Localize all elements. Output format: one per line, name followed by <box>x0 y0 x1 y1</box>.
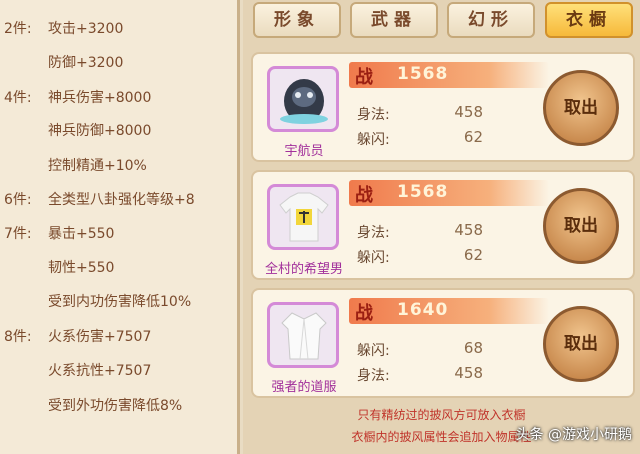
tab-transform[interactable]: 幻形 <box>447 2 535 38</box>
tab-appearance[interactable]: 形象 <box>253 2 341 38</box>
stat-name: 躲闪: <box>357 343 390 359</box>
stat-value: 62 <box>463 246 483 264</box>
stat-name: 躲闪: <box>357 132 390 148</box>
tab-weapon[interactable]: 武器 <box>350 2 438 38</box>
power-value: 1640 <box>397 300 449 320</box>
footer-note-line1: 只有精纺过的披风方可放入衣橱 <box>357 408 526 422</box>
set-bonus-text: 受到外功伤害降低8% <box>48 398 183 414</box>
item-portrait[interactable] <box>267 184 339 250</box>
take-out-button[interactable]: 取出 <box>543 70 619 146</box>
set-bonus-tier: 2件: <box>4 21 32 37</box>
set-bonus-text: 攻击+3200 <box>48 21 124 37</box>
dojo-robe-icon <box>281 312 327 360</box>
power-label: 战 <box>355 67 373 88</box>
set-bonus-text: 暴击+550 <box>48 226 115 242</box>
wardrobe-item-card: 强者的道服 战 1640 躲闪: 68 身法: 458 取出 <box>251 288 635 398</box>
set-bonus-text: 韧性+550 <box>48 260 115 276</box>
set-bonus-text: 神兵防御+8000 <box>48 123 152 139</box>
item-name: 全村的希望男 <box>264 262 343 277</box>
set-bonus-tier: 7件: <box>4 226 32 242</box>
wardrobe-item-card: 宇航员 战 1568 身法: 458 躲闪: 62 取出 <box>251 52 635 162</box>
set-bonus-text: 全类型八卦强化等级+8 <box>48 192 195 208</box>
set-bonus-text: 防御+3200 <box>48 55 124 71</box>
set-bonus-panel: 2件: 攻击+3200 防御+3200 4件: 神兵伤害+8000 神兵防御+8… <box>0 0 240 454</box>
power-label: 战 <box>355 303 373 324</box>
stat-value: 68 <box>463 339 483 357</box>
power-bar: 战 1568 <box>349 180 549 206</box>
set-bonus-tier: 8件: <box>4 329 32 345</box>
stat-name: 身法: <box>357 225 390 241</box>
watermark: 头条 @游戏小研鹅 <box>515 427 632 443</box>
stat-value: 458 <box>454 364 483 382</box>
take-out-button[interactable]: 取出 <box>543 188 619 264</box>
stat-value: 458 <box>454 103 483 121</box>
set-bonus-text: 控制精通+10% <box>48 158 147 174</box>
take-out-button[interactable]: 取出 <box>543 306 619 382</box>
power-bar: 战 1568 <box>349 62 549 88</box>
set-bonus-text: 火系伤害+7507 <box>48 329 152 345</box>
set-bonus-tier: 4件: <box>4 90 32 106</box>
item-portrait[interactable] <box>267 66 339 132</box>
power-value: 1568 <box>397 64 449 84</box>
set-bonus-text: 神兵伤害+8000 <box>48 90 152 106</box>
stat-value: 458 <box>454 221 483 239</box>
power-bar: 战 1640 <box>349 298 549 324</box>
wardrobe-area: 形象 武器 幻形 衣橱 宇航员 战 1568 身法: 458 躲闪: 62 取出 <box>243 0 640 454</box>
set-bonus-text: 火系抗性+7507 <box>48 363 152 379</box>
item-portrait[interactable] <box>267 302 339 368</box>
tab-wardrobe[interactable]: 衣橱 <box>545 2 633 38</box>
wardrobe-item-card: 全村的希望男 战 1568 身法: 458 躲闪: 62 取出 <box>251 170 635 280</box>
item-name: 宇航员 <box>284 144 324 159</box>
set-bonus-text: 受到内功伤害降低10% <box>48 294 192 310</box>
power-label: 战 <box>355 185 373 206</box>
tshirt-icon <box>279 192 329 242</box>
set-bonus-tier: 6件: <box>4 192 32 208</box>
stat-value: 62 <box>463 128 483 146</box>
power-value: 1568 <box>397 182 449 202</box>
astronaut-cape-icon <box>280 79 328 124</box>
item-name: 强者的道服 <box>271 380 337 395</box>
stat-name: 躲闪: <box>357 250 390 266</box>
stat-name: 身法: <box>357 107 390 123</box>
stat-name: 身法: <box>357 368 390 384</box>
